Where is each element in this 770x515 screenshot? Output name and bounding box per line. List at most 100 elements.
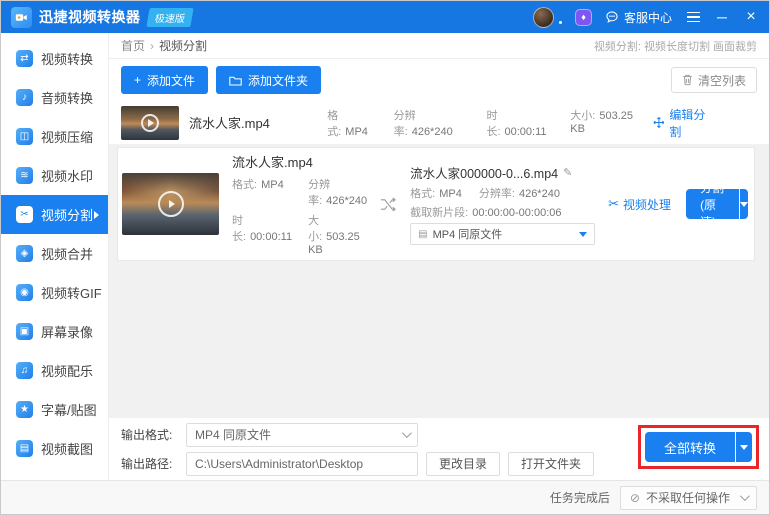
sidebar-item-video-watermark[interactable]: ≋ 视频水印 [1,156,108,195]
avatar-dot [558,20,562,24]
video-soundtrack-icon: ♫ [16,362,33,379]
sidebar-item-video-convert[interactable]: ⇄ 视频转换 [1,39,108,78]
meta-duration: 时长: 00:00:11 [486,109,547,138]
sidebar-item-label: 屏幕录像 [41,325,94,340]
play-icon[interactable] [141,113,159,132]
video-compress-icon: ◫ [16,128,33,145]
sidebar-item-label: 字幕/贴图 [41,403,97,418]
audio-convert-icon: ♪ [16,89,33,106]
meta-format: 格式: MP4 [327,109,368,138]
scissors-icon: ✂ [608,196,620,211]
sidebar-item-screen-record[interactable]: ▣ 屏幕录像 [1,312,108,351]
page-hint: 视频分割: 视频长度切割 画面裁剪 [593,40,757,53]
breadcrumb-home[interactable]: 首页 [121,37,145,54]
open-folder-button[interactable]: 打开文件夹 [508,451,595,476]
main-area: 首页 › 视频分割 视频分割: 视频长度切割 画面裁剪 + 添加文件 添加文件夹… [109,33,769,480]
shuffle-arrows-icon [381,196,397,212]
dropdown-arrow-icon [740,201,749,207]
folder-icon [229,76,242,85]
clear-list-label: 清空列表 [697,73,746,88]
sidebar-item-label: 视频配乐 [41,364,94,379]
chevron-down-icon [401,428,412,439]
support-center-button[interactable]: 客服中心 [605,9,672,26]
sidebar-item-video-split[interactable]: ✂ 视频分割 [1,195,108,234]
video-process-link[interactable]: ✂ 视频处理 [608,196,671,213]
sidebar-item-label: 视频转换 [41,52,94,67]
meta-resolution: 分辨率: 426*240 [393,109,453,138]
crop-move-icon [653,117,664,128]
segment-card[interactable]: 流水人家.mp4 格式: MP4 分辨率: 426*240 时长: 00:00:11 … [117,147,755,261]
sidebar-item-video-merge[interactable]: ◈ 视频合并 [1,234,108,273]
sidebar-item-video-screenshot[interactable]: ▤ 视频截图 [1,429,108,468]
app-window: 迅捷视频转换器 极速版 ♦ 客服中心 ─ × ⇄ 视频转换 ♪ 音频转换 ◫ 视… [0,0,770,515]
sidebar-item-video-compress[interactable]: ◫ 视频压缩 [1,117,108,156]
change-dir-button[interactable]: 更改目录 [426,451,501,476]
version-badge: 极速版 [145,7,194,27]
file-row[interactable]: 流水人家.mp4 格式: MP4 分辨率: 426*240 时长: 00:00:11 … [109,101,769,144]
sidebar-item-label: 视频合并 [41,247,94,262]
segment-list-area: 流水人家.mp4 格式: MP4 分辨率: 426*240 时长: 00:00:11 … [109,144,769,418]
after-task-select[interactable]: ⊘ 不采取任何操作 [619,485,757,510]
src-meta-duration: 时长: 00:00:11 [232,215,293,243]
file-name: 流水人家.mp4 [189,116,270,131]
convert-all-button[interactable]: 全部转换 [644,432,735,462]
src-meta-size: 大小: 503.25 KB [308,215,360,256]
app-title: 迅捷视频转换器 [39,9,141,25]
status-bar: 任务完成后 ⊘ 不采取任何操作 [1,480,769,514]
support-center-label: 客服中心 [623,10,672,25]
split-button-group: 分割(原速) [686,181,749,229]
minimize-button[interactable]: ─ [714,9,730,25]
submenu-arrow-icon [94,210,99,219]
user-avatar[interactable] [532,6,554,28]
segment-thumbnail[interactable] [122,173,219,235]
output-path-input[interactable] [186,451,418,476]
video-thumbnail[interactable] [121,105,179,140]
film-icon: ▤ [418,228,428,240]
dropdown-arrow-icon [579,231,588,237]
dropdown-arrow-icon [740,444,748,450]
rename-pencil-icon[interactable]: ✎ [563,166,572,179]
segment-format-value: MP4 同原文件 [432,229,503,241]
segment-source-name: 流水人家.mp4 [232,155,313,170]
sidebar-item-audio-convert[interactable]: ♪ 音频转换 [1,78,108,117]
split-button[interactable]: 分割(原速) [686,181,740,229]
output-settings: 输出格式: MP4 同原文件 输出路径: 更改目录 打开文件夹 全部转换 [109,418,769,480]
video-to-gif-icon: ◉ [16,284,33,301]
titlebar: 迅捷视频转换器 极速版 ♦ 客服中心 ─ × [1,1,769,33]
sidebar-item-label: 视频分割 [41,208,94,223]
video-merge-icon: ◈ [16,245,33,262]
meta-size: 大小: 503.25 KB [570,109,634,135]
segment-output-info: 流水人家000000-0...6.mp4 ✎ 格式: MP4 分辨率: 426*24… [410,163,596,245]
add-folder-button[interactable]: 添加文件夹 [216,66,322,94]
breadcrumb: 首页 › 视频分割 视频分割: 视频长度切割 画面裁剪 [109,33,769,59]
menu-button[interactable] [685,9,701,25]
video-watermark-icon: ≋ [16,167,33,184]
clear-list-button[interactable]: 清空列表 [670,67,757,93]
play-icon[interactable] [157,191,184,217]
convert-options-button[interactable] [736,432,752,462]
file-meta: 格式: MP4 分辨率: 426*240 时长: 00:00:11 大小: 503.25… [327,107,642,139]
trash-icon [683,74,692,86]
split-options-button[interactable] [740,189,749,219]
segment-output-name: 流水人家000000-0...6.mp4 [410,167,559,181]
edit-split-link[interactable]: 编辑分割 [653,106,713,140]
segment-source-info: 流水人家.mp4 格式: MP4 分辨率: 426*240 时长: 00:00:11 … [232,152,367,256]
sidebar-item-video-soundtrack[interactable]: ♫ 视频配乐 [1,351,108,390]
app-logo-icon [11,6,32,28]
add-file-button[interactable]: + 添加文件 [121,66,209,94]
output-format-select[interactable]: MP4 同原文件 [186,422,418,447]
src-meta-resolution: 分辨率: 426*240 [308,179,368,207]
edit-split-label: 编辑分割 [669,107,706,139]
sidebar-item-video-to-gif[interactable]: ◉ 视频转GIF [1,273,108,312]
video-process-label: 视频处理 [623,197,672,212]
add-folder-label: 添加文件夹 [248,73,309,88]
vip-badge-icon[interactable]: ♦ [574,8,592,26]
screen-record-icon: ▣ [16,323,33,340]
output-format-value: MP4 同原文件 [195,428,272,442]
clip-range: 截取新片段: 00:00:00-00:00:06 [410,207,562,219]
close-button[interactable]: × [743,9,759,25]
sidebar-item-subtitle-sticker[interactable]: ★ 字幕/贴图 [1,390,108,429]
sidebar-item-label: 视频转GIF [41,286,102,301]
segment-format-select[interactable]: ▤ MP4 同原文件 [410,223,596,245]
video-convert-icon: ⇄ [16,50,33,67]
